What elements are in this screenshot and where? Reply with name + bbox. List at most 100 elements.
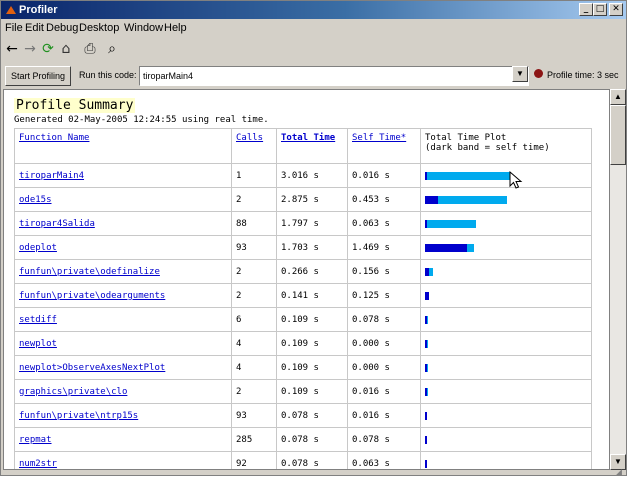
self-time-bar [425, 171, 427, 180]
self-time-bar [425, 363, 427, 372]
function-name-cell[interactable]: funfun\private\ntrp15s [14, 403, 232, 428]
self-time-bar [425, 267, 429, 276]
table-row: num2str 92 0.078 s 0.063 s [14, 451, 592, 469]
self-time-header[interactable]: Self Time* [347, 128, 421, 164]
menu-help[interactable]: Help [164, 22, 187, 34]
self-time-bar [425, 291, 429, 300]
self-time-cell: 0.000 s [347, 331, 421, 356]
print-icon[interactable]: ⎙ [81, 40, 99, 58]
time-bar [425, 243, 587, 252]
home-icon[interactable]: ⌂ [57, 40, 75, 58]
calls-cell: 6 [231, 307, 277, 332]
time-bar [425, 219, 587, 228]
function-name-cell[interactable]: tiroparMain4 [14, 163, 232, 188]
function-name-cell[interactable]: num2str [14, 451, 232, 469]
self-time-bar [425, 459, 427, 468]
function-name-cell[interactable]: graphics\private\clo [14, 379, 232, 404]
calls-cell: 2 [231, 379, 277, 404]
self-time-cell: 0.063 s [347, 451, 421, 469]
close-button[interactable]: ✕ [609, 3, 623, 16]
calls-cell: 4 [231, 331, 277, 356]
calls-cell: 1 [231, 163, 277, 188]
table-row: ode15s 2 2.875 s 0.453 s [14, 187, 592, 212]
scroll-up-button[interactable]: ▲ [610, 89, 626, 105]
self-time-bar [425, 243, 467, 252]
table-row: tiropar4Salida 88 1.797 s 0.063 s [14, 211, 592, 236]
table-row: newplot>ObserveAxesNextPlot 4 0.109 s 0.000… [14, 355, 592, 380]
back-arrow-icon[interactable]: ← [3, 40, 21, 58]
function-name-cell[interactable]: funfun\private\odearguments [14, 283, 232, 308]
plot-header-line1: Total Time Plot [425, 133, 507, 143]
code-dropdown-button[interactable]: ▼ [512, 66, 528, 82]
run-code-input[interactable]: tiroparMain4 [139, 66, 529, 86]
menu-edit[interactable]: Edit [25, 22, 44, 34]
run-code-label: Run this code: [79, 70, 137, 80]
self-time-cell: 1.469 s [347, 235, 421, 260]
total-time-cell: 0.078 s [276, 427, 348, 452]
profiler-controls: Start Profiling Run this code: tiroparMa… [1, 64, 626, 88]
total-time-cell: 0.078 s [276, 403, 348, 428]
table-row: repmat 285 0.078 s 0.078 s [14, 427, 592, 452]
maximize-button[interactable]: □ [593, 3, 607, 16]
time-bar [425, 315, 587, 324]
page-title: Profile Summary [14, 98, 136, 113]
self-time-cell: 0.453 s [347, 187, 421, 212]
time-bar [425, 435, 587, 444]
time-plot-cell [420, 187, 592, 212]
mouse-cursor-icon [509, 171, 523, 189]
function-name-cell[interactable]: repmat [14, 427, 232, 452]
function-name-cell[interactable]: tiropar4Salida [14, 211, 232, 236]
calls-header[interactable]: Calls [231, 128, 277, 164]
total-time-header[interactable]: Total Time [276, 128, 348, 164]
time-plot-cell [420, 355, 592, 380]
total-time-cell: 0.266 s [276, 259, 348, 284]
table-header-row: Function Name Calls Total Time Self Time… [14, 128, 592, 164]
status-bar [1, 471, 626, 475]
vertical-scrollbar[interactable]: ▲ ▼ [610, 89, 626, 470]
function-name-cell[interactable]: odeplot [14, 235, 232, 260]
calls-cell: 2 [231, 259, 277, 284]
menu-window[interactable]: Window [124, 22, 163, 34]
self-time-cell: 0.016 s [347, 379, 421, 404]
self-time-bar [425, 339, 427, 348]
menu-debug[interactable]: Debug [46, 22, 78, 34]
time-plot-cell [420, 403, 592, 428]
toolbar: ← → ⟳ ⌂ ⎙ ⌕ [1, 38, 626, 60]
start-profiling-button[interactable]: Start Profiling [5, 66, 71, 86]
total-time-cell: 0.109 s [276, 355, 348, 380]
time-bar [425, 171, 587, 180]
function-name-cell[interactable]: newplot [14, 331, 232, 356]
time-plot-cell [420, 235, 592, 260]
time-bar [425, 267, 587, 276]
total-time-cell: 0.109 s [276, 331, 348, 356]
table-row: odeplot 93 1.703 s 1.469 s [14, 235, 592, 260]
refresh-icon[interactable]: ⟳ [39, 40, 57, 58]
plot-header: Total Time Plot (dark band = self time) [420, 128, 592, 164]
minimize-button[interactable]: _ [579, 3, 593, 16]
time-bar [425, 459, 587, 468]
time-plot-cell [420, 379, 592, 404]
function-name-cell[interactable]: ode15s [14, 187, 232, 212]
scroll-thumb[interactable] [610, 105, 626, 165]
time-bar [425, 339, 587, 348]
menu-desktop[interactable]: Desktop [79, 22, 119, 34]
total-time-cell: 3.016 s [276, 163, 348, 188]
find-icon[interactable]: ⌕ [103, 40, 121, 58]
menu-file[interactable]: File [5, 22, 23, 34]
self-time-cell: 0.016 s [347, 163, 421, 188]
time-plot-cell [420, 259, 592, 284]
function-name-cell[interactable]: setdiff [14, 307, 232, 332]
table-row: funfun\private\ntrp15s 93 0.078 s 0.016 s [14, 403, 592, 428]
resize-grip-icon[interactable]: ◢ [615, 467, 622, 475]
time-plot-cell [420, 451, 592, 469]
self-time-cell: 0.156 s [347, 259, 421, 284]
profile-table: Function Name Calls Total Time Self Time… [14, 128, 592, 469]
time-plot-cell [420, 283, 592, 308]
function-name-header[interactable]: Function Name [14, 128, 232, 164]
table-row: setdiff 6 0.109 s 0.078 s [14, 307, 592, 332]
table-row: tiroparMain4 1 3.016 s 0.016 s [14, 163, 592, 188]
function-name-cell[interactable]: funfun\private\odefinalize [14, 259, 232, 284]
function-name-cell[interactable]: newplot>ObserveAxesNextPlot [14, 355, 232, 380]
self-time-cell: 0.078 s [347, 307, 421, 332]
forward-arrow-icon[interactable]: → [21, 40, 39, 58]
